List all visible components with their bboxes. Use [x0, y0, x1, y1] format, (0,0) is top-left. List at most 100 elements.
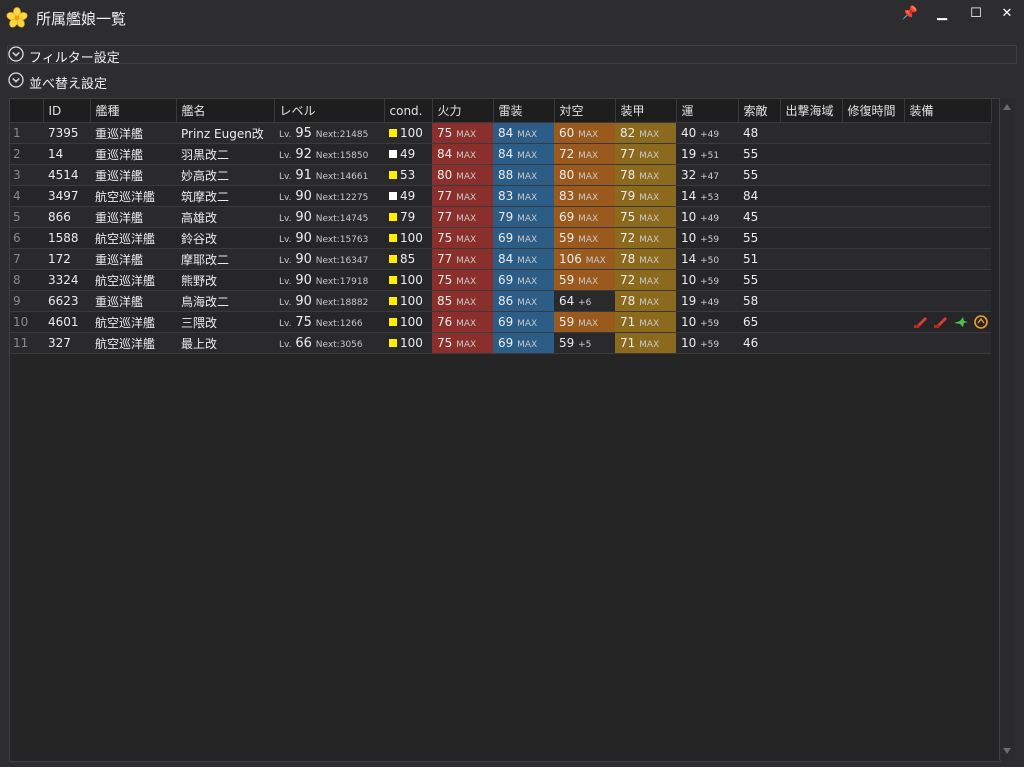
ship-row[interactable]: 8 3324 航空巡洋艦 熊野改 Lv. 90 Next:17918 100 75 MAX 6…: [10, 269, 991, 291]
column-header[interactable]: 雷装: [493, 99, 555, 123]
ship-row[interactable]: 1 7395 重巡洋艦 Prinz Eugen改 Lv. 95 Next:21485 10…: [10, 122, 991, 144]
max-label: MAX: [639, 340, 660, 350]
firepower-value: 84: [437, 147, 453, 161]
armor: 75 MAX: [615, 206, 676, 228]
max-label: MAX: [578, 172, 599, 182]
next-exp-value: 15763: [339, 234, 369, 245]
column-header[interactable]: 修復時間: [842, 99, 905, 123]
row-number-text: 10: [13, 315, 29, 329]
ship-type: 重巡洋艦: [90, 164, 176, 186]
condition: 49: [384, 185, 432, 207]
radar-orange-icon[interactable]: [973, 315, 989, 330]
max-label: MAX: [517, 172, 538, 182]
ship-row[interactable]: 2 14 重巡洋艦 羽黒改二 Lv. 92 Next:15850 49 84 MAX 84 M…: [10, 143, 991, 165]
scroll-up-icon[interactable]: [1003, 104, 1011, 110]
condition-indicator: [389, 339, 397, 347]
ship-name-text: 熊野改: [181, 273, 218, 288]
column-header[interactable]: [10, 99, 44, 123]
anti-air-value: 83: [559, 189, 575, 203]
column-header[interactable]: 火力: [432, 99, 494, 123]
column-header[interactable]: 装備: [904, 99, 992, 123]
column-header[interactable]: ID: [43, 99, 91, 123]
column-header[interactable]: レベル: [274, 99, 385, 123]
torpedo: 84 MAX: [493, 143, 554, 165]
column-header[interactable]: 対空: [554, 99, 616, 123]
firepower: 77 MAX: [432, 185, 493, 207]
next-label: Next:: [315, 255, 340, 266]
torpedo: 69 MAX: [493, 227, 554, 249]
level-value: 90: [295, 209, 312, 225]
ship-row[interactable]: 3 4514 重巡洋艦 妙高改二 Lv. 91 Next:14661 53 80 MAX 88…: [10, 164, 991, 186]
luck-remaining: +53: [700, 193, 720, 203]
ship-level: Lv. 90 Next:12275: [274, 185, 384, 207]
pin-icon[interactable]: 📌: [897, 4, 923, 24]
ship-name-text: 羽黒改二: [181, 147, 230, 162]
sortie-area: [780, 143, 842, 165]
scroll-down-icon[interactable]: [1003, 748, 1011, 754]
ship-id: 14: [43, 143, 90, 165]
armor: 77 MAX: [615, 143, 676, 165]
next-exp-value: 1266: [339, 318, 363, 329]
line-of-sight: 51: [738, 248, 780, 270]
condition-indicator: [389, 129, 397, 137]
firepower-value: 85: [437, 294, 453, 308]
equipment: [904, 269, 991, 291]
condition-value: 79: [400, 210, 416, 224]
los-value: 51: [743, 252, 759, 266]
ship-row[interactable]: 11 327 航空巡洋艦 最上改 Lv. 66 Next:3056 100 75 MAX 69…: [10, 332, 991, 354]
seaplane-green-icon[interactable]: [953, 315, 969, 329]
level-value: 90: [295, 251, 312, 267]
condition: 100: [384, 122, 432, 144]
luck-value: 10: [681, 210, 697, 224]
vertical-scrollbar[interactable]: [999, 98, 1015, 760]
ship-type-text: 航空巡洋艦: [95, 231, 156, 246]
maximize-button[interactable]: ☐: [963, 4, 989, 24]
anti-air-value: 59: [559, 231, 575, 245]
anti-air: 106 MAX: [554, 248, 615, 270]
armor: 72 MAX: [615, 269, 676, 291]
max-label: MAX: [456, 193, 477, 203]
filter-settings-toggle[interactable]: フィルター設定: [7, 45, 1017, 66]
los-value: 84: [743, 189, 759, 203]
sort-settings-toggle[interactable]: 並べ替え設定: [7, 71, 1016, 92]
ship-row[interactable]: 4 3497 航空巡洋艦 筑摩改二 Lv. 90 Next:12275 49 77 MAX 8…: [10, 185, 991, 207]
ship-row[interactable]: 10 4601 航空巡洋艦 三隈改 Lv. 75 Next:1266 100 76 MAX 6…: [10, 311, 991, 333]
ship-type: 航空巡洋艦: [90, 269, 176, 291]
ship-row[interactable]: 5 866 重巡洋艦 高雄改 Lv. 90 Next:14745 79 77 MAX 79 M…: [10, 206, 991, 228]
max-label: MAX: [517, 235, 538, 245]
ship-row[interactable]: 7 172 重巡洋艦 摩耶改二 Lv. 90 Next:16347 85 77 MAX 84 …: [10, 248, 991, 270]
row-number-text: 6: [13, 231, 21, 245]
ship-rows: 1 7395 重巡洋艦 Prinz Eugen改 Lv. 95 Next:21485 10…: [10, 122, 991, 354]
main-gun-red-icon[interactable]: [933, 315, 949, 329]
ship-id-text: 866: [48, 210, 71, 224]
ship-row[interactable]: 9 6623 重巡洋艦 鳥海改二 Lv. 90 Next:18882 100 85 MAX 8…: [10, 290, 991, 312]
close-button[interactable]: ✕: [994, 4, 1020, 24]
luck: 19 +49: [676, 290, 738, 312]
column-header[interactable]: 索敵: [738, 99, 781, 123]
line-of-sight: 46: [738, 332, 780, 354]
row-number-text: 9: [13, 294, 21, 308]
luck-remaining: +47: [700, 172, 720, 182]
main-gun-red-icon[interactable]: [913, 315, 929, 329]
anti-air: 59 MAX: [554, 269, 615, 291]
max-label: MAX: [517, 193, 538, 203]
column-header[interactable]: 艦種: [90, 99, 177, 123]
next-label: Next:: [315, 318, 340, 329]
column-header[interactable]: cond.: [384, 99, 433, 123]
column-header[interactable]: 出撃海域: [780, 99, 843, 123]
column-header[interactable]: 装甲: [615, 99, 677, 123]
next-exp-value: 18882: [339, 297, 369, 308]
ship-name: 高雄改: [176, 206, 274, 228]
column-header[interactable]: 運: [676, 99, 739, 123]
ship-type: 航空巡洋艦: [90, 227, 176, 249]
ship-id: 1588: [43, 227, 90, 249]
max-label: MAX: [639, 319, 660, 329]
minimize-button[interactable]: ▁: [929, 4, 955, 24]
ship-row[interactable]: 6 1588 航空巡洋艦 鈴谷改 Lv. 90 Next:15763 100 75 MAX 6…: [10, 227, 991, 249]
next-exp-value: 17918: [339, 276, 369, 287]
armor-value: 72: [620, 231, 636, 245]
max-label: MAX: [517, 151, 538, 161]
condition-indicator: [389, 171, 397, 179]
ship-level: Lv. 95 Next:21485: [274, 122, 384, 144]
column-header[interactable]: 艦名: [176, 99, 275, 123]
